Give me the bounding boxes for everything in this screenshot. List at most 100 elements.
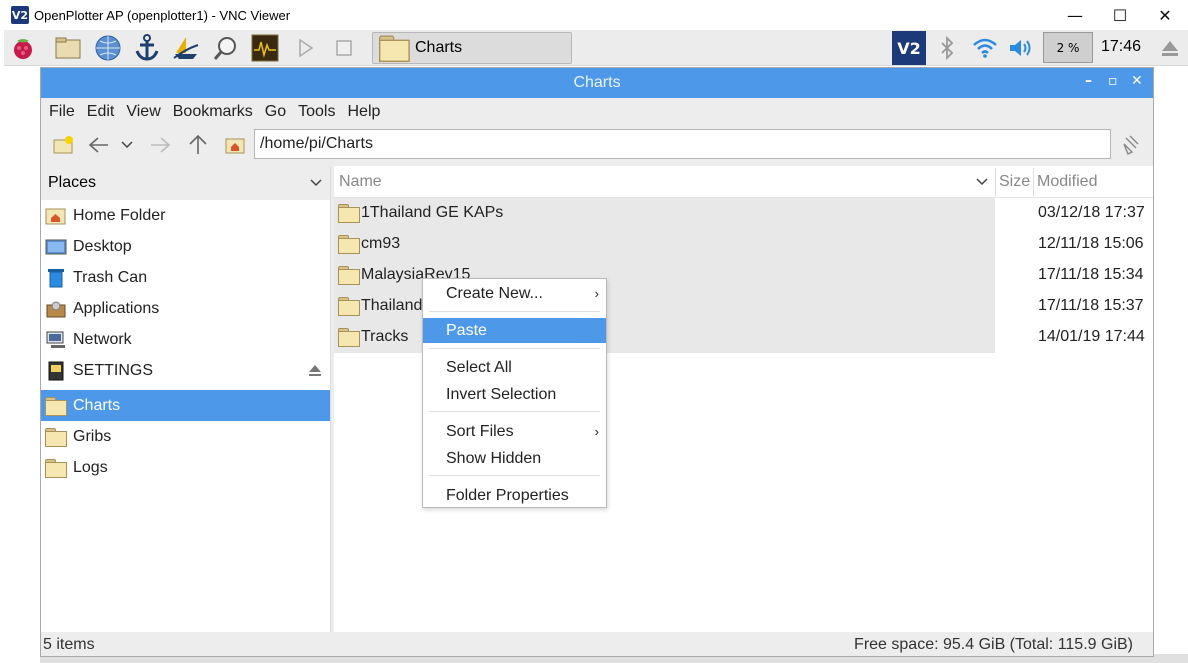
eject-drive-icon[interactable] [308,363,322,377]
folder-icon [338,297,360,316]
list-item[interactable]: 1Thailand GE KAPs 03/12/18 17:37 [334,198,1153,229]
menu-item-label: Select All [446,359,512,376]
column-size[interactable]: Size [999,173,1030,191]
window-close-button[interactable]: ✕ [1131,73,1143,89]
play-icon[interactable] [290,34,320,62]
menu-item-label: Sort Files [446,423,514,440]
raspberry-menu-icon[interactable] [8,34,38,62]
menu-go[interactable]: Go [265,103,286,121]
item-count: 5 items [43,636,95,653]
places-header[interactable]: Places [41,166,330,200]
back-arrow-icon[interactable] [86,133,112,157]
folder-icon [338,328,360,347]
toolbar: /home/pi/Charts [41,126,1153,164]
folder-icon [379,35,410,62]
file-modified: 12/11/18 15:06 [1038,235,1144,252]
window-title-bar: Charts – ▫ ✕ [41,68,1153,98]
sidebar-item-label: Desktop [73,237,132,255]
vnc-maximize-button[interactable]: ☐ [1097,0,1143,30]
sort-chevron-down-icon[interactable] [976,177,988,187]
vnc-icon[interactable]: V2 [892,31,926,65]
history-chevron-down-icon[interactable] [118,133,136,157]
menu-separator [429,311,600,312]
anchor-icon[interactable] [132,34,162,62]
sidebar-item-home-folder[interactable]: Home Folder [41,200,330,231]
up-arrow-icon[interactable] [185,133,211,157]
window-maximize-button[interactable]: ▫ [1108,73,1118,89]
home-icon[interactable] [222,133,248,157]
new-tab-icon[interactable] [51,133,77,157]
cpu-monitor-icon[interactable] [250,34,280,62]
menu-item-select-all[interactable]: Select All [423,355,606,380]
menu-tools[interactable]: Tools [298,103,335,121]
menu-help[interactable]: Help [347,103,380,121]
menu-separator [429,475,600,476]
desktop-background [0,66,40,663]
magnifier-icon[interactable] [211,34,241,62]
sidebar-item-logs[interactable]: Logs [41,452,330,483]
vnc-minimize-button[interactable]: — [1052,0,1098,30]
sidebar-item-label: Charts [73,396,121,414]
folder-icon [338,204,360,223]
cpu-usage-monitor[interactable]: 2 % [1043,32,1093,63]
sidebar-item-trash-can[interactable]: Trash Can [41,262,330,293]
clock[interactable]: 17:46 [1101,38,1141,56]
column-name[interactable]: Name [339,173,382,191]
file-manager-icon[interactable] [54,34,84,62]
stop-icon[interactable] [329,34,359,62]
folder-icon [45,427,67,447]
sidebar-item-gribs[interactable]: Gribs [41,421,330,452]
folder-icon [338,235,360,254]
menu-edit[interactable]: Edit [87,103,115,121]
menu-item-label: Folder Properties [446,487,569,504]
file-name: 1Thailand GE KAPs [361,204,504,221]
column-separator [1033,168,1034,196]
sidebar-item-applications[interactable]: Applications [41,293,330,324]
file-modified: 17/11/18 15:37 [1038,297,1144,314]
folder-icon [338,266,360,285]
sidebar-item-network[interactable]: Network [41,324,330,355]
forward-arrow-icon[interactable] [147,133,173,157]
path-input[interactable]: /home/pi/Charts [254,129,1111,159]
menu-file[interactable]: File [49,103,75,121]
sidebar-item-label: Gribs [73,427,112,445]
menu-item-invert-selection[interactable]: Invert Selection [423,382,606,407]
sidebar-item-desktop[interactable]: Desktop [41,231,330,262]
vnc-close-button[interactable]: ✕ [1142,0,1188,30]
status-bar: 5 items Free space: 95.4 GiB (Total: 115… [41,632,1153,658]
folder-icon [45,396,67,416]
sidebar-item-label: Logs [73,458,108,476]
menu-view[interactable]: View [126,103,160,121]
bluetooth-icon[interactable] [932,34,962,62]
applications-icon [45,299,67,319]
column-modified[interactable]: Modified [1037,173,1097,191]
window-minimize-button[interactable]: – [1085,73,1092,89]
task-button-charts[interactable]: Charts [372,32,572,64]
menu-bookmarks[interactable]: Bookmarks [173,103,253,121]
menu-item-sort-files[interactable]: Sort Files › [423,419,606,444]
menu-item-folder-properties[interactable]: Folder Properties [423,483,606,508]
sidebar-item-label: Home Folder [73,206,166,224]
openplotter-boat-icon[interactable] [171,34,201,62]
browser-globe-icon[interactable] [93,34,123,62]
sidebar-item-charts[interactable]: Charts [41,390,330,421]
sidebar-item-settings-drive[interactable]: SETTINGS [41,355,330,386]
go-path-icon[interactable] [1118,133,1144,157]
trash-icon [45,268,67,288]
taskbar: Charts V2 2 % 17:46 [4,30,1188,66]
menu-item-show-hidden[interactable]: Show Hidden [423,446,606,471]
menu-bar: File Edit View Bookmarks Go Tools Help [41,98,1153,126]
list-item[interactable]: cm93 12/11/18 15:06 [334,229,1153,260]
volume-icon[interactable] [1006,34,1036,62]
menu-item-create-new[interactable]: Create New... › [423,281,606,306]
network-icon [45,330,67,350]
home-folder-icon [45,206,67,226]
menu-item-label: Show Hidden [446,450,542,467]
sidebar-item-label: Applications [73,299,160,317]
menu-item-label: Create New... [446,285,543,302]
context-menu: Create New... › Paste Select All Invert … [422,278,607,508]
file-modified: 03/12/18 17:37 [1038,204,1145,221]
menu-item-paste[interactable]: Paste [423,318,606,343]
wifi-icon[interactable] [970,34,1000,62]
eject-icon[interactable] [1155,34,1185,62]
